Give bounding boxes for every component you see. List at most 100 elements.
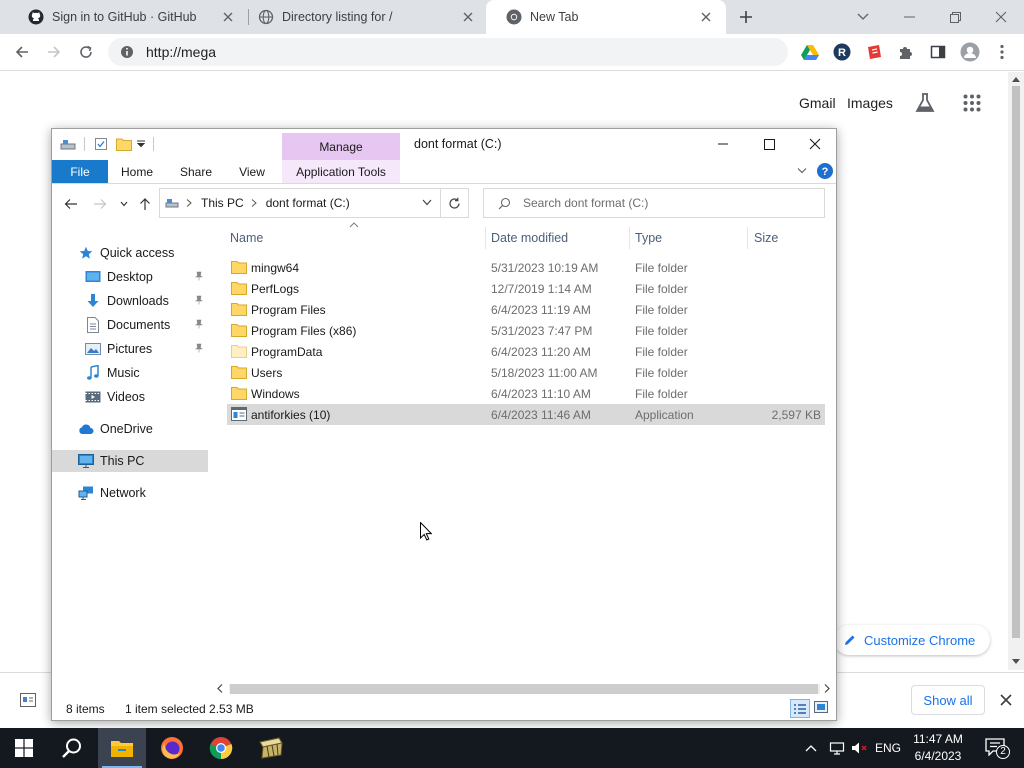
file-row[interactable]: ProgramData 6/4/2023 11:20 AM File folde… [227,341,825,362]
firefox-taskbar-icon[interactable] [148,728,196,768]
back-button[interactable] [61,194,81,214]
tab-view[interactable]: View [228,160,276,183]
notifications-button[interactable]: 2 [978,728,1014,768]
tab-file[interactable]: File [52,160,108,183]
labs-flask-icon[interactable] [913,91,937,115]
nav-item-pictures[interactable]: Pictures [52,338,208,360]
show-all-button[interactable]: Show all [911,685,985,715]
apps-grid-icon[interactable] [963,94,981,112]
scroll-left-icon[interactable] [217,684,223,693]
pin-icon[interactable] [194,295,204,305]
nav-onedrive[interactable]: OneDrive [52,418,208,440]
pin-icon[interactable] [194,271,204,281]
google-drive-icon[interactable] [800,42,820,62]
scroll-thumb[interactable] [230,684,818,694]
close-window-button[interactable] [792,129,836,159]
reload-button[interactable] [72,38,100,66]
file-row[interactable]: mingw64 5/31/2023 10:19 AM File folder [227,257,825,278]
path-bar[interactable]: This PC dont format (C:) [159,188,441,218]
tab-search-icon[interactable] [840,0,886,34]
file-row[interactable]: PerfLogs 12/7/2019 1:14 AM File folder [227,278,825,299]
nav-item-documents[interactable]: Documents [52,314,208,336]
info-icon[interactable] [120,45,134,59]
file-row[interactable]: Program Files (x86) 5/31/2023 7:47 PM Fi… [227,320,825,341]
customize-chrome-button[interactable]: Customize Chrome [834,625,990,655]
app-taskbar-icon[interactable] [246,728,294,768]
recent-locations-icon[interactable] [114,194,134,214]
column-divider[interactable] [485,227,486,249]
nav-item-music[interactable]: Music [52,362,208,384]
extensions-puzzle-icon[interactable] [896,42,916,62]
close-icon[interactable] [220,9,236,25]
scroll-right-icon[interactable] [824,684,830,693]
language-indicator[interactable]: ENG [873,728,903,768]
column-header-size[interactable]: Size [754,225,826,251]
breadcrumb-this-pc[interactable]: This PC [201,196,244,210]
horizontal-scrollbar[interactable] [212,680,836,697]
forward-button[interactable] [90,194,110,214]
profile-avatar-icon[interactable] [960,42,980,62]
file-row[interactable]: antiforkies (10) 6/4/2023 11:46 AM Appli… [227,404,825,425]
details-view-icon[interactable] [790,699,810,718]
images-link[interactable]: Images [847,95,893,111]
chrome-taskbar-icon[interactable] [197,728,245,768]
nav-item-downloads[interactable]: Downloads [52,290,208,312]
tab-new-tab[interactable]: New Tab [486,0,726,34]
file-row[interactable]: Program Files 6/4/2023 11:19 AM File fol… [227,299,825,320]
page-scrollbar[interactable] [1008,72,1024,670]
chevron-right-icon[interactable] [251,199,257,207]
refresh-button[interactable] [441,188,469,218]
tab-application-tools[interactable]: Application Tools [282,160,400,183]
volume-muted-icon[interactable] [849,728,871,768]
search-button[interactable] [48,728,96,768]
column-header-date[interactable]: Date modified [491,225,629,251]
side-panel-icon[interactable] [928,42,948,62]
extension-red-icon[interactable] [864,42,884,62]
column-header-type[interactable]: Type [635,225,747,251]
properties-icon[interactable] [94,137,108,151]
restore-button[interactable] [932,0,978,34]
nav-network[interactable]: Network [52,482,208,504]
file-row[interactable]: Windows 6/4/2023 11:10 AM File folder [227,383,825,404]
minimize-button[interactable] [886,0,932,34]
help-icon[interactable]: ? [817,163,833,179]
pin-icon[interactable] [194,319,204,329]
clock[interactable]: 11:47 AM 6/4/2023 [902,731,974,765]
new-tab-button[interactable] [726,0,766,34]
new-folder-icon[interactable] [116,137,132,151]
tab-home[interactable]: Home [112,160,162,183]
column-divider[interactable] [747,227,748,249]
close-icon[interactable] [999,693,1013,707]
pin-icon[interactable] [194,343,204,353]
nav-item-desktop[interactable]: Desktop [52,266,208,288]
file-explorer-taskbar-icon[interactable] [98,728,146,768]
extension-r-icon[interactable]: R [832,42,852,62]
chevron-down-icon[interactable] [137,138,145,148]
close-icon[interactable] [698,9,714,25]
tab-directory-listing[interactable]: Directory listing for / [238,0,488,34]
up-button[interactable] [135,194,155,214]
tab-share[interactable]: Share [170,160,222,183]
maximize-button[interactable] [746,129,792,159]
back-button[interactable] [8,38,36,66]
nav-item-videos[interactable]: Videos [52,386,208,408]
close-icon[interactable] [460,9,476,25]
expand-ribbon-icon[interactable] [797,167,807,175]
breadcrumb-drive[interactable]: dont format (C:) [266,196,350,210]
forward-button[interactable] [40,38,68,66]
manage-contextual-tab[interactable]: Manage [282,133,400,160]
chevron-down-icon[interactable] [422,199,432,206]
file-row[interactable]: Users 5/18/2023 11:00 AM File folder [227,362,825,383]
chevron-up-icon[interactable] [800,728,822,768]
close-window-button[interactable] [978,0,1024,34]
nav-this-pc[interactable]: This PC [52,450,208,472]
address-bar[interactable]: http://mega [108,38,788,66]
nav-quick-access[interactable]: Quick access [52,242,208,264]
download-file-icon[interactable] [20,693,36,707]
menu-kebab-icon[interactable] [992,42,1012,62]
large-icons-view-icon[interactable] [814,701,828,713]
gmail-link[interactable]: Gmail [799,95,836,111]
minimize-button[interactable] [700,129,746,159]
chevron-right-icon[interactable] [186,199,192,207]
tab-github[interactable]: Sign in to GitHub · GitHub [8,0,248,34]
